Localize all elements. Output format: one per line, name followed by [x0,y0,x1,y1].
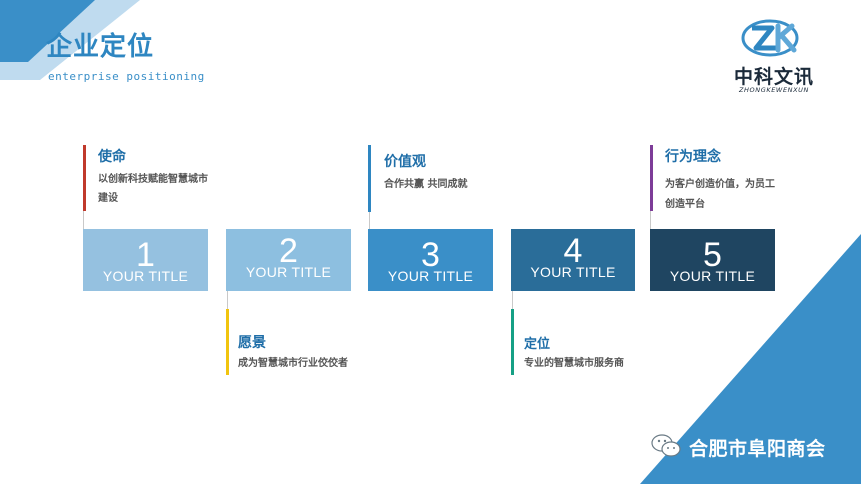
values-title: 价值观 [384,154,426,170]
wechat-icon [651,434,681,457]
positioning-desc: 专业的智慧城市服务商 [524,358,624,369]
zk-logo-icon [741,19,799,57]
vision-desc: 成为智慧城市行业佼佼者 [238,358,348,369]
mission-desc-line1: 以创新科技赋能智慧城市 [98,174,208,185]
accent-bar-values [368,145,371,212]
accent-bar-conduct [650,145,653,211]
step-title: YOUR TITLE [102,268,189,284]
step-number: 1 [136,236,155,274]
conduct-desc-line2: 创造平台 [665,199,705,210]
conduct-title: 行为理念 [665,149,721,165]
step-number: 4 [563,232,583,270]
mission-title: 使命 [98,149,126,165]
values-desc: 合作共赢 共同成就 [384,179,468,190]
step-box-1: 1 YOUR TITLE [83,229,208,291]
step-box-4: 4 YOUR TITLE [511,229,635,291]
step-box-3: 3 YOUR TITLE [368,229,493,291]
step-title: YOUR TITLE [387,268,474,284]
logo-name-cn: 中科文讯 [733,66,814,88]
positioning-title: 定位 [524,337,551,352]
vision-title: 愿景 [238,335,266,351]
step-box-2: 2 YOUR TITLE [226,229,351,291]
accent-bar-mission [83,145,86,211]
page-title: 企业定位 [46,32,155,62]
mission-desc-line2: 建设 [98,193,118,204]
accent-bar-positioning [511,309,514,375]
step-title: YOUR TITLE [530,264,616,280]
logo-name-en: ZHONGKEWENXUN [739,86,809,94]
step-number: 2 [279,232,298,270]
org-name: 合肥市阜阳商会 [689,438,826,460]
step-title: YOUR TITLE [245,264,332,280]
accent-bar-vision [226,309,229,375]
conduct-desc-line1: 为客户创造价值，为员工 [665,179,775,190]
step-number: 3 [421,236,440,274]
page-subtitle: enterprise positioning [48,70,205,83]
